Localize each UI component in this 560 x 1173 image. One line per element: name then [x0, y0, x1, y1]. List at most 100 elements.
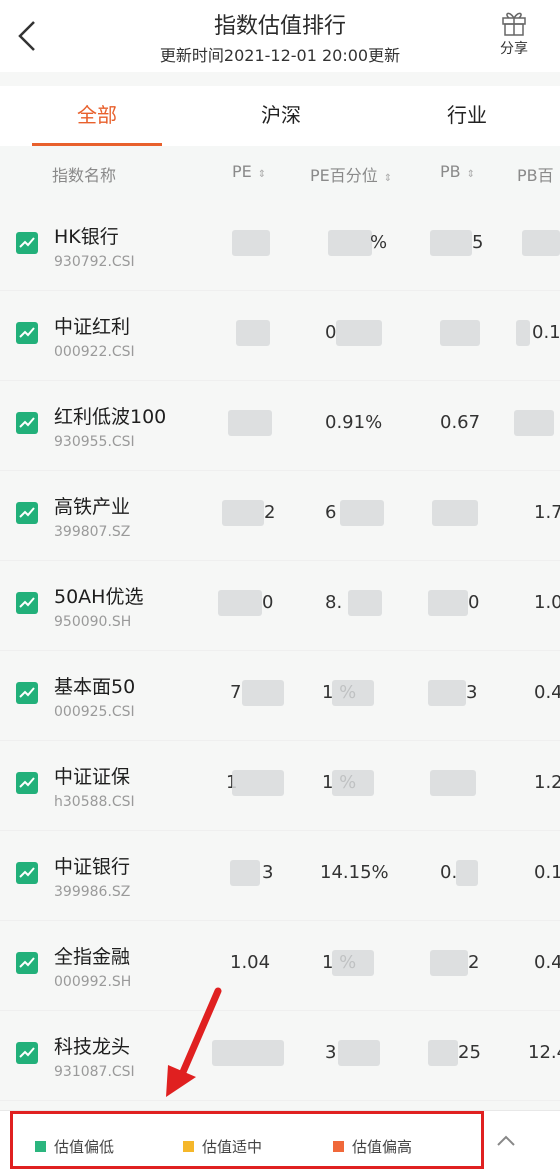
legend-item-medium: 估值适中: [183, 1136, 262, 1157]
blurred-value: [332, 680, 374, 706]
index-code: 000992.SH: [54, 974, 132, 990]
pe-percentile-value: 8.: [325, 592, 343, 613]
pe-value: 1.04: [230, 952, 271, 973]
trend-badge-icon: [16, 952, 38, 974]
blurred-value: [430, 770, 476, 796]
blurred-value: [336, 320, 382, 346]
table-row[interactable]: 高铁产业 399807.SZ 2 6 1.7: [0, 470, 560, 561]
legend-label: 估值偏低: [54, 1138, 115, 1156]
blurred-value: [514, 410, 554, 436]
pe-percentile-value: 0.91%: [325, 412, 383, 433]
pb-percentile-value: 1.0: [534, 592, 560, 613]
blurred-value: [232, 770, 284, 796]
pb-value: 5: [472, 232, 484, 253]
pb-value: 3: [466, 682, 478, 703]
legend-item-high: 估值偏高: [333, 1136, 412, 1157]
legend-item-low: 估值偏低: [35, 1136, 114, 1157]
column-name-header: 指数名称: [52, 166, 117, 185]
blurred-value: [242, 680, 284, 706]
table-row[interactable]: 全指金融 000992.SH 1.04 1 % 2 0.4: [0, 920, 560, 1011]
page-title: 指数估值排行: [213, 14, 346, 39]
index-name: 科技龙头: [54, 1036, 131, 1058]
blurred-value: [432, 500, 478, 526]
legend-swatch: [183, 1141, 194, 1152]
table-row[interactable]: 科技龙头 931087.CSI 3 25 12.4: [0, 1010, 560, 1101]
blurred-value: [232, 230, 270, 256]
blurred-value: [516, 320, 530, 346]
column-pe-percentile-header[interactable]: PE百分位 ⇕: [310, 162, 392, 186]
table-row[interactable]: 中证银行 399986.SZ 3 14.15% 0. 0.1: [0, 830, 560, 921]
trend-badge-icon: [16, 412, 38, 434]
share-button[interactable]: 分享: [484, 8, 544, 64]
column-pb-label: PB: [440, 162, 461, 181]
annotation-arrow-icon: [166, 987, 222, 1097]
index-name: 50AH优选: [54, 586, 144, 608]
pe-percentile-value: 14.15%: [320, 862, 389, 883]
table-row[interactable]: 50AH优选 950090.SH 0 8. 0 1.0: [0, 560, 560, 651]
column-pb-percentile-header[interactable]: PB百: [517, 162, 554, 186]
table-row[interactable]: 中证证保 h30588.CSI 1 1 % 1.2: [0, 740, 560, 831]
sort-icon: ⇕: [257, 169, 267, 180]
sort-icon: ⇕: [383, 173, 393, 184]
pe-value: 2: [264, 502, 276, 523]
trend-badge-icon: [16, 232, 38, 254]
tab-hushen[interactable]: 沪深: [216, 86, 346, 146]
blurred-value: [218, 590, 262, 616]
table-row[interactable]: 红利低波100 930955.CSI 0.91% 0.67: [0, 380, 560, 471]
index-name: 基本面50: [54, 676, 136, 698]
index-name: 全指金融: [54, 946, 131, 968]
tab-industry[interactable]: 行业: [402, 86, 532, 146]
pe-value: 7: [230, 682, 242, 703]
legend-swatch: [35, 1141, 46, 1152]
pb-percentile-value: 1.2: [534, 772, 560, 793]
blurred-value: [338, 1040, 380, 1066]
chevron-up-icon[interactable]: [494, 1129, 518, 1153]
pb-percentile-value: 0.4: [534, 952, 560, 973]
blurred-value: [430, 230, 472, 256]
index-name: 红利低波100: [54, 406, 167, 428]
blurred-value: [228, 410, 272, 436]
pb-value: 0: [468, 592, 480, 613]
pb-value: 0.67: [440, 412, 481, 433]
table-row[interactable]: 中证红利 000922.CSI 0 0.1: [0, 290, 560, 381]
blurred-value: [332, 770, 374, 796]
pb-value: 0.: [440, 862, 458, 883]
pe-percentile-value: 6: [325, 502, 337, 523]
blurred-value: [332, 950, 374, 976]
blurred-value: [522, 230, 560, 256]
table-row[interactable]: 基本面50 000925.CSI 7 1 % 3 0.4: [0, 650, 560, 741]
blurred-value: [222, 500, 264, 526]
index-code: 950090.SH: [54, 614, 132, 630]
sort-icon: ⇕: [466, 169, 476, 180]
pb-percentile-value: 12.4: [528, 1042, 560, 1063]
pb-value: 25: [458, 1042, 481, 1063]
index-name: 中证红利: [54, 316, 131, 338]
pb-percentile-value: 0.4: [534, 682, 560, 703]
index-name: HK银行: [54, 226, 119, 248]
pe-value: 0: [262, 592, 274, 613]
index-code: 931087.CSI: [54, 1064, 135, 1080]
index-code: 000925.CSI: [54, 704, 135, 720]
index-name: 高铁产业: [54, 496, 131, 518]
column-pb-header[interactable]: PB ⇕: [440, 162, 475, 181]
trend-badge-icon: [16, 502, 38, 524]
index-code: 399986.SZ: [54, 884, 131, 900]
pb-percentile-value: 0.1: [532, 322, 560, 343]
blurred-value: [428, 590, 468, 616]
blurred-value: [440, 320, 480, 346]
legend-highlight-box: 估值偏低 估值适中 估值偏高: [10, 1111, 484, 1169]
column-pe-label: PE: [232, 162, 252, 181]
pe-percentile-value: 0: [325, 322, 337, 343]
tab-all[interactable]: 全部: [32, 86, 162, 146]
blurred-value: [428, 680, 466, 706]
pe-value: 3: [262, 862, 274, 883]
blurred-value: [340, 500, 384, 526]
table-row[interactable]: HK银行 930792.CSI % 5: [0, 200, 560, 291]
legend-swatch: [333, 1141, 344, 1152]
share-label: 分享: [500, 41, 528, 57]
blurred-value: [456, 860, 478, 886]
column-pe-header[interactable]: PE ⇕: [232, 162, 266, 181]
trend-badge-icon: [16, 772, 38, 794]
gift-icon: [502, 12, 526, 36]
blurred-value: [430, 950, 468, 976]
